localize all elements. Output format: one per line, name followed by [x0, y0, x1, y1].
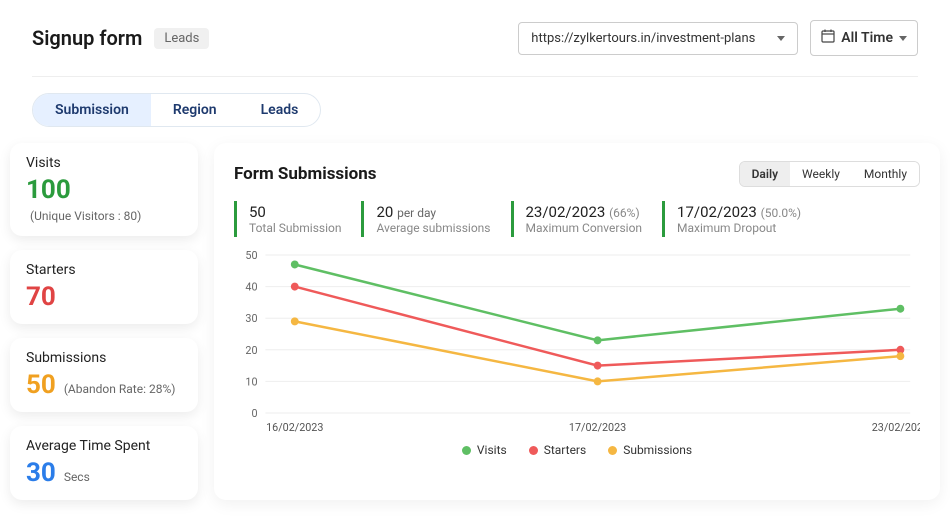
- url-select[interactable]: https://zylkertours.in/investment-plans: [518, 22, 798, 55]
- metric-value: 50: [26, 370, 56, 400]
- stat-value: 20: [376, 203, 393, 221]
- tab-leads[interactable]: Leads: [239, 94, 321, 126]
- stat-label: Maximum Dropout: [677, 221, 801, 235]
- stat-avg-submissions: 20 per day Average submissions: [361, 201, 510, 237]
- stat-max-dropout: 17/02/2023 (50.0%) Maximum Dropout: [662, 201, 821, 237]
- line-chart: 0 10 20 30 40 50 16/02/2023 17/02/2023 23/02/202…: [234, 247, 920, 437]
- page-header: Signup form Leads https://zylkertours.in…: [0, 0, 950, 76]
- page-title: Signup form: [32, 26, 142, 50]
- svg-text:50: 50: [245, 249, 257, 262]
- stat-pct: (50.0%): [761, 206, 801, 220]
- range-monthly[interactable]: Monthly: [852, 162, 919, 186]
- legend-visits: Visits: [462, 443, 507, 457]
- metric-submissions: Submissions 50 (Abandon Rate: 28%): [10, 338, 198, 412]
- metrics-sidebar: Visits 100 (Unique Visitors : 80) Starte…: [0, 143, 198, 500]
- svg-text:17/02/2023: 17/02/2023: [569, 421, 626, 434]
- legend-submissions: Submissions: [608, 443, 692, 457]
- range-weekly[interactable]: Weekly: [790, 162, 852, 186]
- svg-text:20: 20: [245, 344, 257, 357]
- stat-value: 17/02/2023: [677, 203, 757, 221]
- chart-header: Form Submissions Daily Weekly Monthly: [234, 161, 920, 187]
- legend-starters: Starters: [529, 443, 587, 457]
- stat-label: Average submissions: [376, 221, 490, 235]
- chart-card: Form Submissions Daily Weekly Monthly 50…: [214, 143, 940, 500]
- metric-sub: (Unique Visitors : 80): [30, 209, 141, 223]
- view-tabs: Submission Region Leads: [32, 93, 321, 127]
- metric-sub: Secs: [64, 470, 90, 484]
- svg-text:30: 30: [245, 312, 257, 325]
- divider: [32, 76, 918, 77]
- metric-starters: Starters 70: [10, 250, 198, 324]
- chart-stats: 50 Total Submission 20 per day Average s…: [234, 201, 920, 237]
- chart-range-toggle: Daily Weekly Monthly: [739, 161, 920, 187]
- metric-visits: Visits 100 (Unique Visitors : 80): [10, 143, 198, 236]
- metric-avg-time: Average Time Spent 30 Secs: [10, 426, 198, 500]
- svg-text:10: 10: [245, 375, 257, 388]
- svg-text:23/02/2023: 23/02/2023: [872, 421, 920, 434]
- chart-title: Form Submissions: [234, 164, 377, 184]
- stat-pct: (66%): [609, 206, 640, 220]
- metric-label: Average Time Spent: [26, 438, 182, 454]
- tab-submission[interactable]: Submission: [33, 94, 151, 126]
- chevron-down-icon: [899, 36, 907, 41]
- time-range-select[interactable]: All Time: [810, 20, 918, 56]
- stat-label: Maximum Conversion: [526, 221, 643, 235]
- legend-dot-icon: [529, 446, 538, 455]
- chart-legend: Visits Starters Submissions: [234, 443, 920, 457]
- chevron-down-icon: [777, 36, 785, 41]
- calendar-icon: [821, 29, 835, 47]
- time-range-value: All Time: [841, 30, 893, 46]
- svg-text:40: 40: [245, 280, 257, 293]
- svg-text:16/02/2023: 16/02/2023: [266, 421, 323, 434]
- metric-label: Visits: [26, 155, 182, 171]
- legend-label: Visits: [477, 443, 507, 457]
- url-select-value: https://zylkertours.in/investment-plans: [531, 31, 755, 46]
- range-daily[interactable]: Daily: [740, 162, 790, 186]
- module-tag: Leads: [154, 28, 209, 49]
- legend-label: Submissions: [623, 443, 692, 457]
- metric-value: 30: [26, 458, 56, 488]
- stat-max-conversion: 23/02/2023 (66%) Maximum Conversion: [511, 201, 663, 237]
- svg-text:0: 0: [251, 407, 257, 420]
- stat-total-submission: 50 Total Submission: [234, 201, 361, 237]
- legend-dot-icon: [608, 446, 617, 455]
- metric-label: Starters: [26, 262, 182, 278]
- metric-value: 70: [26, 282, 56, 312]
- stat-unit: per day: [397, 206, 436, 220]
- stat-value: 50: [249, 203, 266, 221]
- metric-sub: (Abandon Rate: 28%): [64, 382, 176, 396]
- tab-region[interactable]: Region: [151, 94, 239, 126]
- metric-label: Submissions: [26, 350, 182, 366]
- legend-label: Starters: [544, 443, 587, 457]
- stat-label: Total Submission: [249, 221, 341, 235]
- legend-dot-icon: [462, 446, 471, 455]
- stat-value: 23/02/2023: [526, 203, 606, 221]
- main-content: Visits 100 (Unique Visitors : 80) Starte…: [0, 143, 950, 500]
- metric-value: 100: [26, 175, 71, 205]
